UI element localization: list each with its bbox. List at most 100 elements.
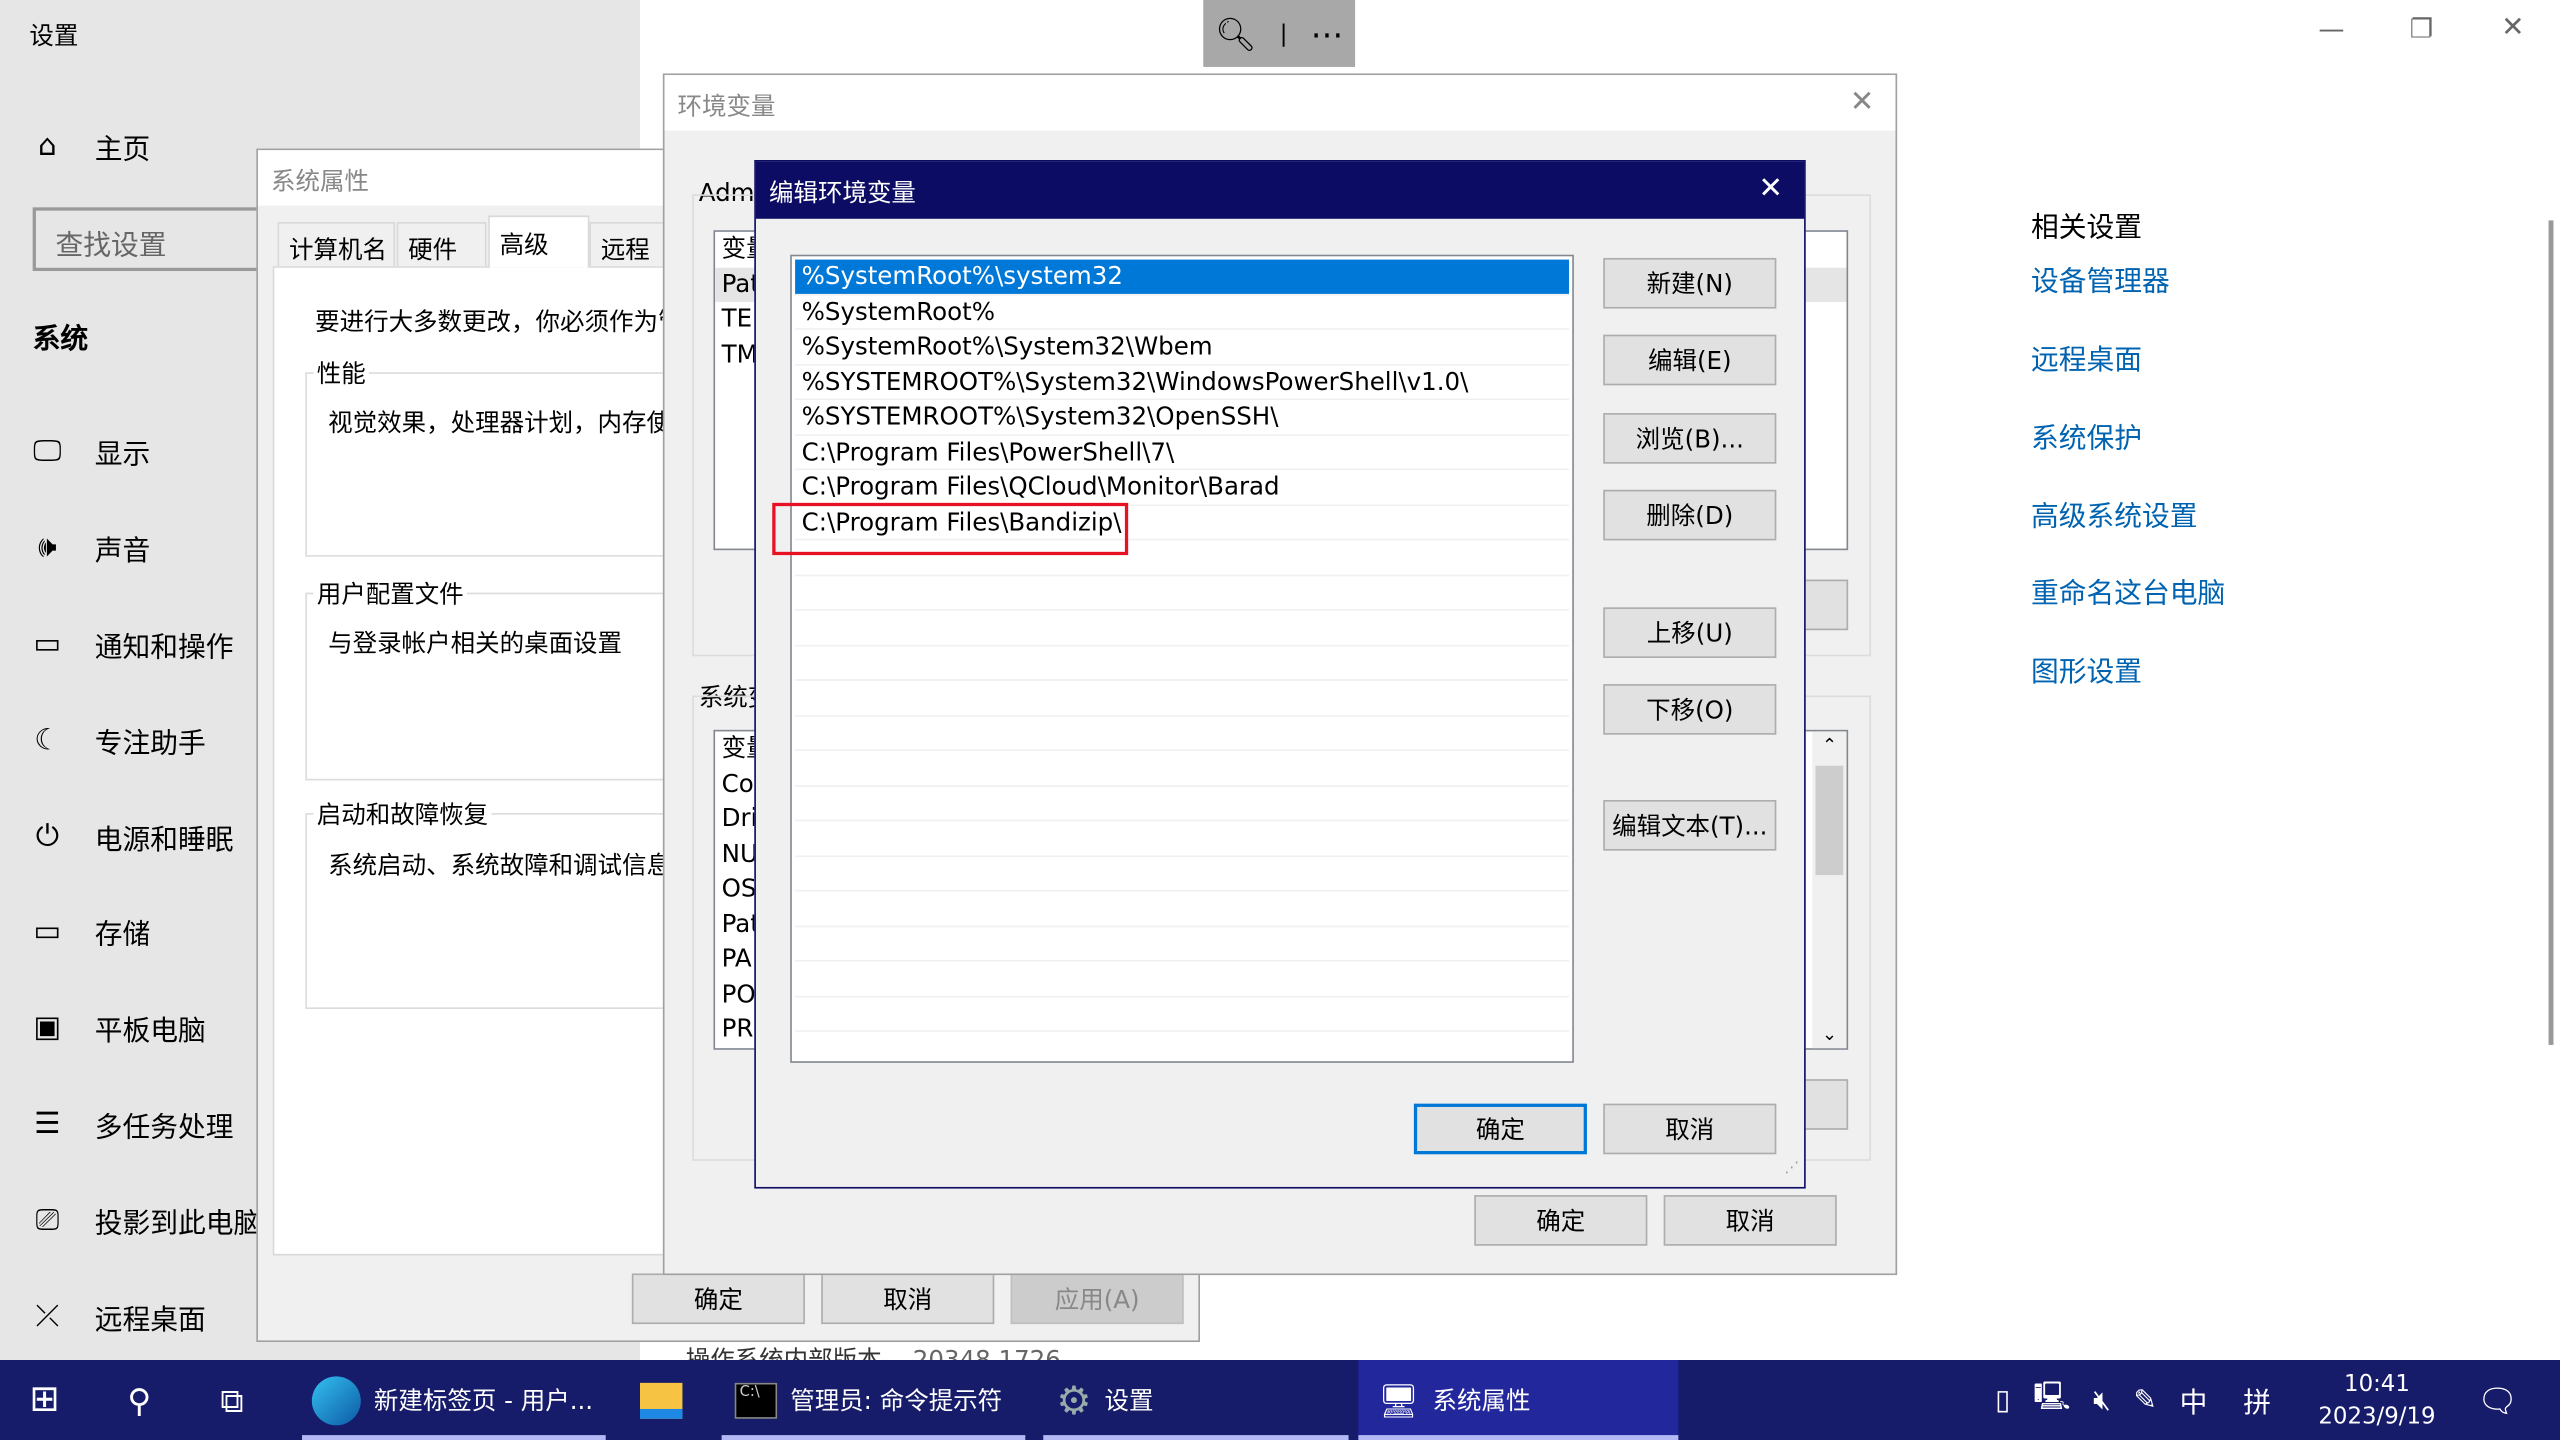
tab-1[interactable]: 硬件 (396, 222, 487, 267)
scrollbar[interactable] (2548, 220, 2554, 1045)
empty-row[interactable] (795, 716, 1569, 752)
nav-label: 远程桌面 (94, 1304, 206, 1338)
path-entry[interactable]: %SystemRoot%\system32 (795, 259, 1569, 295)
task-view-button[interactable]: ⧉ (220, 1360, 243, 1440)
ok-button[interactable]: 确定 (631, 1273, 805, 1325)
nav-item[interactable]: 🖵 显示 (29, 431, 150, 472)
scroll-thumb[interactable] (1815, 765, 1844, 876)
zoom-toolbar: 🔍︎ | ⋯ (1203, 0, 1356, 67)
taskbar-item-edge[interactable]: 新建标签页 - 用户... (302, 1360, 606, 1440)
path-entry[interactable]: %SystemRoot% (795, 295, 1569, 330)
empty-row[interactable] (795, 611, 1569, 646)
ok-button[interactable]: 确定 (1474, 1195, 1648, 1246)
pen-icon[interactable]: ✎ (2133, 1384, 2156, 1417)
cancel-button[interactable]: 取消 (821, 1273, 995, 1325)
nav-item[interactable]: ⏻ 电源和睡眠 (29, 816, 234, 858)
network-icon[interactable]: 🖳︎ (2033, 1376, 2070, 1423)
ok-button[interactable]: 确定 (1413, 1103, 1587, 1155)
scroll-down-icon[interactable]: ⌄ (1822, 1024, 1837, 1045)
related-link[interactable]: 设备管理器 (2031, 258, 2170, 299)
close-button[interactable]: ✕ (2501, 11, 2524, 44)
apply-button[interactable]: 应用(A) (1010, 1273, 1184, 1325)
empty-row[interactable] (795, 997, 1569, 1032)
empty-row[interactable] (795, 576, 1569, 611)
path-entry[interactable]: %SystemRoot%\System32\Wbem (795, 330, 1569, 365)
empty-row[interactable] (795, 681, 1569, 716)
power-icon: ⏻ (35, 819, 59, 854)
taskbar-item-settings[interactable]: ⚙ 设置 (1043, 1360, 1349, 1440)
nav-item[interactable]: ☾ 专注助手 (29, 720, 206, 761)
nav-item[interactable]: ⤫ 远程桌面 (29, 1296, 206, 1338)
related-link[interactable]: 图形设置 (2031, 648, 2142, 689)
related-title: 相关设置 (2031, 212, 2143, 245)
scrollbar[interactable]: ⌃ ⌄ (1812, 731, 1847, 1049)
nav-label: 声音 (94, 535, 151, 569)
resize-grip-icon[interactable]: ⋰ (1784, 1161, 1799, 1177)
restore-button[interactable]: ❐ (2410, 13, 2433, 44)
minimize-button[interactable]: — (2318, 13, 2344, 44)
notification-center-icon[interactable]: 🗨︎ (2477, 1360, 2518, 1440)
close-icon[interactable]: ✕ (1850, 85, 1875, 119)
path-entry[interactable]: %SYSTEMROOT%\System32\WindowsPowerShell\… (795, 365, 1569, 400)
tab-0[interactable]: 计算机名 (277, 222, 396, 267)
related-link[interactable]: 远程桌面 (2031, 336, 2142, 377)
taskbar-item-explorer[interactable] (639, 1360, 683, 1440)
related-link[interactable]: 系统保护 (2031, 415, 2142, 456)
empty-row[interactable] (795, 646, 1569, 681)
project-icon: ⎚ (35, 1203, 60, 1238)
browse-button[interactable]: 浏览(B)... (1603, 413, 1777, 464)
up-button[interactable]: 上移(U) (1603, 607, 1777, 658)
startup-text: 系统启动、系统故障和调试信息 (328, 850, 672, 880)
nav-label: 电源和睡眠 (94, 824, 234, 858)
empty-row[interactable] (795, 962, 1569, 997)
empty-row[interactable] (795, 786, 1569, 822)
taskbar-item-system-properties[interactable]: 🖥︎ 系统属性 (1358, 1359, 1679, 1440)
edit-text-button[interactable]: 编辑文本(T)... (1603, 799, 1777, 851)
windows-icon: ⊞ (29, 1379, 60, 1421)
empty-row[interactable] (795, 856, 1569, 892)
more-icon[interactable]: ⋯ (1311, 14, 1344, 53)
nav-item[interactable]: ⎚ 投影到此电脑 (29, 1200, 262, 1241)
start-button[interactable]: ⊞ (29, 1360, 59, 1440)
cancel-button[interactable]: 取消 (1663, 1195, 1837, 1246)
taskbar-item-cmd[interactable]: C:\ 管理员: 命令提示符 (721, 1360, 1026, 1440)
related-link[interactable]: 重命名这台电脑 (2031, 570, 2225, 611)
delete-button[interactable]: 删除(D) (1603, 489, 1777, 541)
empty-row[interactable] (795, 927, 1569, 962)
nav-item[interactable]: ☰ 多任务处理 (29, 1104, 233, 1145)
scroll-up-icon[interactable]: ⌃ (1822, 735, 1837, 756)
search-button[interactable]: ⚲ (127, 1360, 151, 1440)
edit-button[interactable]: 编辑(E) (1603, 334, 1777, 386)
path-entry[interactable]: %SYSTEMROOT%\System32\OpenSSH\ (795, 400, 1569, 436)
nav-item[interactable]: ▣ 平板电脑 (29, 1007, 205, 1049)
empty-row[interactable] (795, 751, 1569, 787)
tab-3[interactable]: 远程 (589, 222, 672, 267)
path-entry[interactable]: C:\Program Files\PowerShell\7\ (795, 435, 1569, 471)
close-icon[interactable]: ✕ (1758, 171, 1783, 205)
zoom-in-icon[interactable]: 🔍︎ (1215, 14, 1256, 53)
volume-muted-icon[interactable]: 🔇︎ (2093, 1384, 2111, 1417)
path-entry[interactable]: C:\Program Files\QCloud\Monitor\Barad (795, 470, 1569, 506)
usb-icon[interactable]: ▯ (1995, 1384, 2010, 1417)
nav-home[interactable]: ⌂ 主页 (29, 126, 150, 167)
ime-language[interactable]: 中 (2180, 1380, 2208, 1421)
nav-item[interactable]: 🕪 声音 (29, 527, 151, 569)
down-button[interactable]: 下移(O) (1603, 684, 1777, 735)
cancel-button[interactable]: 取消 (1603, 1103, 1777, 1155)
new-button[interactable]: 新建(N) (1603, 257, 1777, 309)
edit-environment-variable-dialog: 编辑环境变量 ✕ %SystemRoot%\system32 %SystemRoo… (754, 159, 1806, 1189)
empty-row[interactable] (795, 1032, 1569, 1067)
clock[interactable]: 10:41 2023/9/19 (2318, 1360, 2435, 1440)
nav-item[interactable]: ▭ 通知和操作 (29, 624, 233, 665)
search-icon: ⚲ (127, 1380, 152, 1420)
ime-mode[interactable]: 拼 (2243, 1380, 2271, 1421)
related-link[interactable]: 高级系统设置 (2031, 493, 2198, 534)
nav-item[interactable]: ▭ 存储 (29, 911, 150, 952)
tab-2[interactable]: 高级 (488, 215, 590, 268)
empty-row[interactable] (795, 891, 1569, 927)
group-label: 用户配置文件 (313, 576, 467, 611)
path-list[interactable]: %SystemRoot%\system32 %SystemRoot% %System… (790, 254, 1574, 1067)
empty-row[interactable] (795, 821, 1569, 857)
group-label: 启动和故障恢复 (313, 796, 492, 832)
search-input[interactable]: 查找设置 (32, 207, 278, 272)
